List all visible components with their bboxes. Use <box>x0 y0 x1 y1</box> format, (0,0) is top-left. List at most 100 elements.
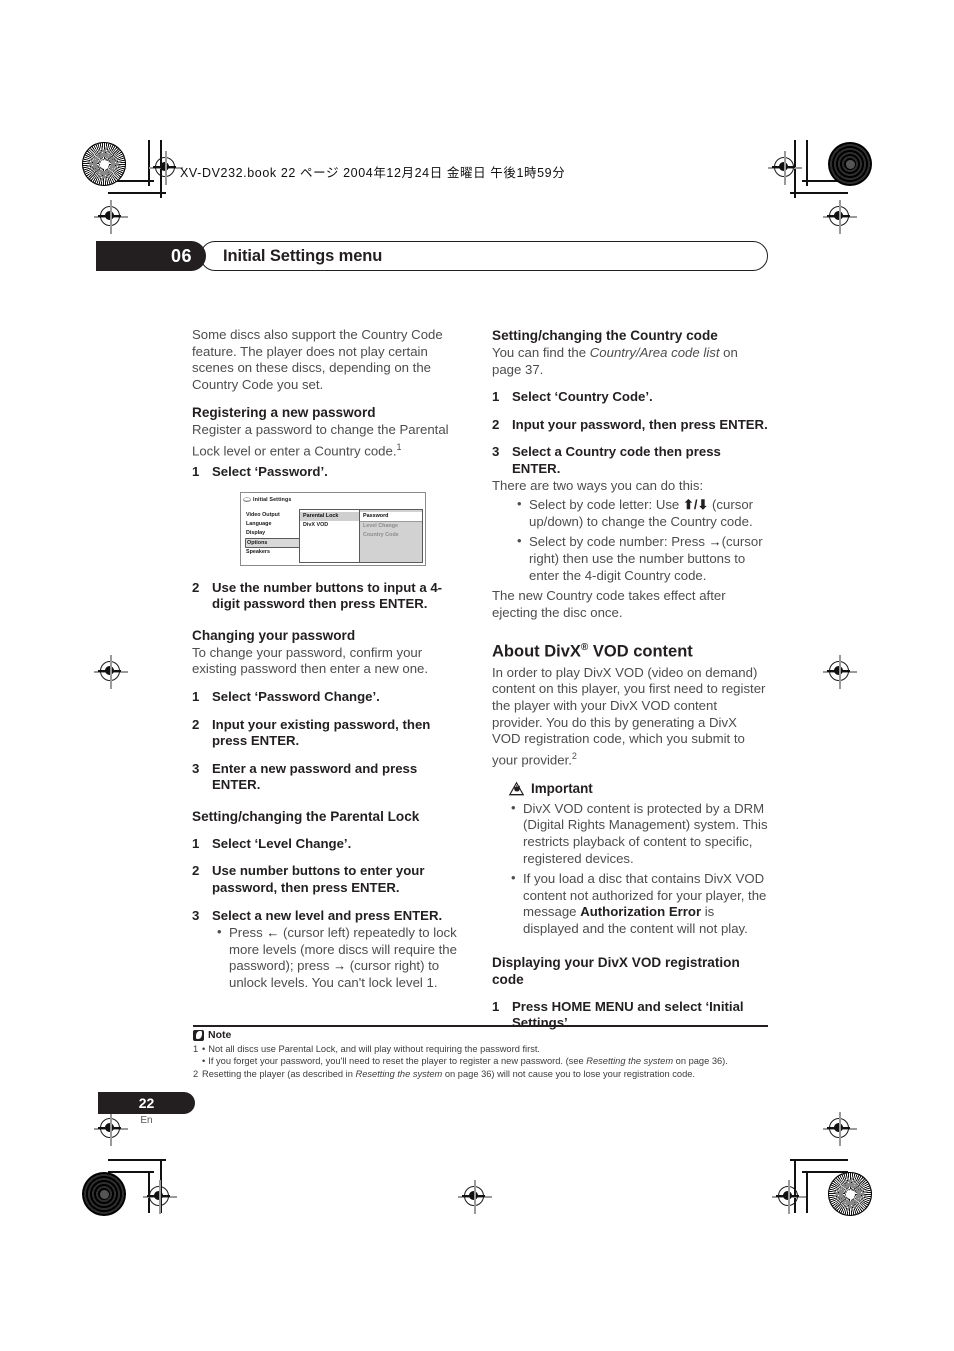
registration-cross-right-upper <box>823 200 857 234</box>
step-text: Input your existing password, then press… <box>212 716 431 749</box>
step-number: 3 <box>192 907 200 923</box>
footnote-2: 2 Resetting the player (as described in R… <box>193 1068 773 1080</box>
footnotes: 1 • Not all discs use Parental Lock, and w… <box>193 1043 773 1080</box>
country-code-bullets: Select by code letter: Use ⬆/⬇ (cursor u… <box>514 496 769 584</box>
step-text: Select ‘Country Code’. <box>512 389 653 405</box>
divx-heading-post: VOD content <box>588 642 693 661</box>
country-body-pre: You can find the <box>492 345 590 360</box>
registration-cross-bottom-left <box>143 1180 177 1214</box>
important-header: Important <box>508 781 769 796</box>
running-head-filename: XV-DV232.book 22 ページ 2004年12月24日 金曜日 午後1… <box>180 166 566 180</box>
country-closing-paragraph: The new Country code takes effect after … <box>492 588 726 620</box>
step-select-password-change: 1 Select ‘Password Change’. <box>192 689 469 706</box>
heading-setting-country-code: Setting/changing the Country code <box>492 328 718 343</box>
step-text: Enter a new password and press ENTER. <box>212 760 418 793</box>
step-select-password: 1 Select ‘Password’. <box>192 464 469 481</box>
country-code-list-reference: Country/Area code list <box>589 345 720 360</box>
heading-about-divx-vod: About DivX® VOD content <box>492 637 769 663</box>
footnote-bullet-icon: • <box>202 1056 206 1067</box>
registration-target-bottom-right <box>828 1172 872 1216</box>
page-number-badge: 22 <box>98 1092 195 1114</box>
parental-lock-bullets: Press ← (cursor left) repeatedly to lock… <box>214 924 469 991</box>
heading-registering-new-password: Registering a new password <box>192 405 376 421</box>
osd-menu-list: Video Output Language Display Options Sp… <box>245 511 300 558</box>
osd-option-divx-vod: DivX VOD <box>303 521 329 528</box>
bullet-text-pre: Select by code letter: Use <box>529 497 683 513</box>
bullet-select-by-code-letter: Select by code letter: Use ⬆/⬇ (cursor u… <box>514 496 769 530</box>
step-enter-password-parental: 2 Use number buttons to enter your passw… <box>192 863 469 896</box>
note-label: Note <box>208 1029 232 1041</box>
step-number: 2 <box>192 863 200 879</box>
registration-cross-right-lower <box>823 1112 857 1146</box>
step-number: 1 <box>492 389 500 405</box>
chapter-number: 06 <box>96 241 206 271</box>
footnote-2-post: on page 36) will not cause you to lose y… <box>442 1068 696 1079</box>
country-body: You can find the Country/Area code list … <box>492 345 769 378</box>
step-number: 1 <box>192 835 200 851</box>
intro-paragraph: Some discs also support the Country Code… <box>192 327 443 392</box>
step-number: 2 <box>192 579 200 595</box>
registration-cross-bottom-right <box>772 1180 806 1214</box>
divx-heading-pre: About DivX <box>492 642 581 661</box>
bullet-text-pre: Press <box>229 925 267 941</box>
footnote-1-text: Not all discs use Parental Lock, and wil… <box>208 1044 541 1054</box>
cursor-up-down-arrows-icon: ⬆/⬇ <box>682 497 709 513</box>
note-header: Note <box>193 1029 231 1041</box>
left-column: Some discs also support the Country Code… <box>192 327 469 1002</box>
warning-triangle-icon <box>508 781 525 796</box>
step-text: Select ‘Password Change’. <box>212 688 380 704</box>
registration-cross-top-right <box>768 151 802 185</box>
osd-option-parental-lock: Parental Lock <box>300 511 366 521</box>
registration-target-bottom-left <box>82 1172 126 1216</box>
osd-menu-item-language: Language <box>246 520 272 527</box>
step-input-existing-password: 2 Input your existing password, then pre… <box>192 717 469 750</box>
registering-body: Register a password to change the Parent… <box>192 422 469 460</box>
footnote-1b-pre: If you forget your password, you'll need… <box>208 1056 587 1067</box>
footnote-1b-post: on page 36). <box>673 1056 728 1067</box>
note-icon <box>193 1029 204 1041</box>
step-number: 1 <box>192 463 200 479</box>
initial-settings-icon <box>243 496 251 502</box>
page-title: Initial Settings menu <box>223 246 383 265</box>
step-number: 3 <box>192 760 200 776</box>
cursor-right-arrow-icon: → <box>333 958 347 974</box>
page-language-code: En <box>140 1115 153 1126</box>
osd-screenshot-figure: Initial Settings Video Output Language D… <box>240 491 426 566</box>
chapter-header: 06 Initial Settings menu <box>96 241 768 271</box>
country-two-ways-text: There are two ways you can do this: <box>492 477 704 493</box>
step-input-password-country: 2 Input your password, then press ENTER. <box>492 417 769 434</box>
registering-body-text: Register a password to change the Parent… <box>192 422 449 459</box>
step-number: 2 <box>492 416 500 432</box>
step-text: Select a new level and press ENTER. <box>212 907 443 923</box>
osd-menu-item-display: Display <box>246 529 266 536</box>
osd-menu-item-video-output: Video Output <box>246 511 280 518</box>
note-divider-rule <box>193 1025 768 1028</box>
changing-body: To change your password, confirm your ex… <box>192 644 429 677</box>
footnote-1b: • If you forget your password, you'll nee… <box>193 1055 773 1067</box>
step-number: 3 <box>492 444 500 460</box>
bullet-cursor-lock-levels: Press ← (cursor left) repeatedly to lock… <box>214 924 469 991</box>
footnote-marker: 1 <box>193 1044 199 1054</box>
step-text: Input your password, then press ENTER. <box>512 416 768 432</box>
registration-target-top-left <box>82 142 126 186</box>
important-bullets: DivX VOD content is protected by a DRM (… <box>508 800 769 938</box>
step-select-new-level: 3 Select a new level and press ENTER. <box>192 908 469 925</box>
bullet-authorization-error: If you load a disc that contains DivX VO… <box>508 870 769 937</box>
footnote-bullet-icon: • <box>202 1044 206 1054</box>
footnote-1: 1 • Not all discs use Parental Lock, and w… <box>193 1043 773 1055</box>
heading-changing-your-password: Changing your password <box>192 627 356 643</box>
bullet-drm-protection: DivX VOD content is protected by a DRM (… <box>508 800 769 867</box>
registration-target-top-right <box>828 142 872 186</box>
step-number: 1 <box>192 688 200 704</box>
osd-menu-item-options: Options <box>245 538 300 549</box>
footnote-2-pre: Resetting the player (as described in <box>202 1068 356 1079</box>
registration-cross-left-upper <box>94 200 128 234</box>
osd-option-country-code: Country Code <box>363 531 399 538</box>
step-number: 2 <box>192 716 200 732</box>
heading-displaying-registration-code: Displaying your DivX VOD registration co… <box>492 954 740 987</box>
important-label: Important <box>531 780 593 796</box>
osd-menu-item-speakers: Speakers <box>246 549 270 556</box>
chapter-title-pill: Initial Settings menu <box>200 241 768 271</box>
osd-panel-parental-lock: Password Level Change Country Code <box>359 508 423 563</box>
resetting-system-reference: Resetting the system <box>355 1068 443 1079</box>
